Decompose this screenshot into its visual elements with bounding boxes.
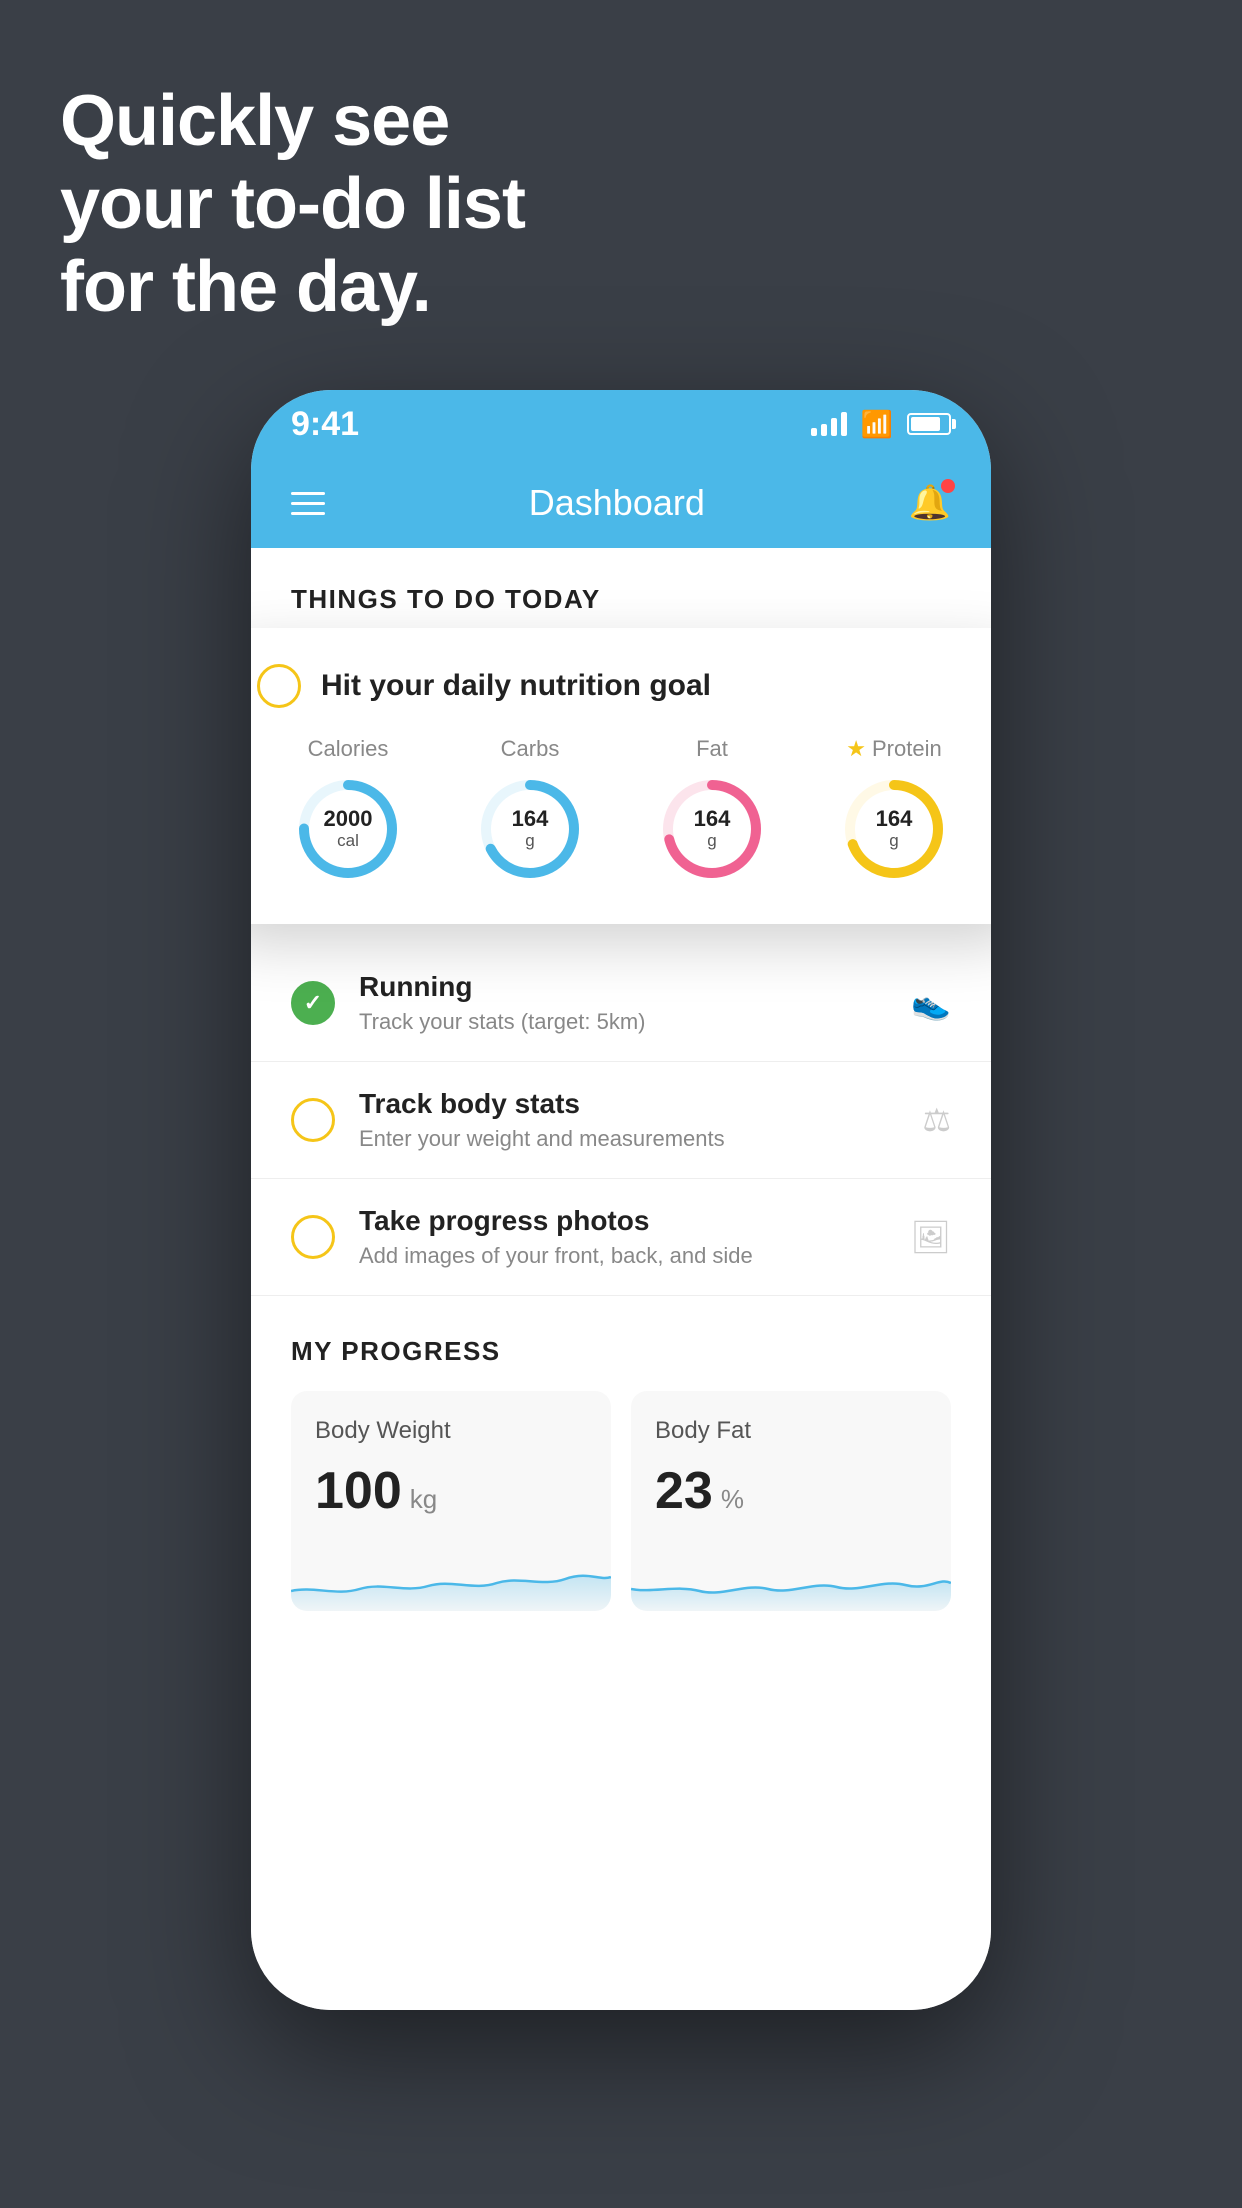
headline-line2: your to-do list bbox=[60, 164, 525, 244]
body-weight-value-row: 100 kg bbox=[315, 1461, 587, 1521]
body-fat-value-row: 23 % bbox=[655, 1461, 927, 1521]
calories-label: Calories bbox=[308, 736, 389, 762]
body-stats-subtitle: Enter your weight and measurements bbox=[359, 1126, 898, 1152]
list-item-running[interactable]: Running Track your stats (target: 5km) 👟 bbox=[251, 945, 991, 1062]
nutrition-card-title: Hit your daily nutrition goal bbox=[321, 669, 711, 703]
hamburger-menu[interactable] bbox=[291, 492, 325, 515]
nutrition-radio[interactable] bbox=[257, 664, 301, 708]
photos-icon: 🖼 bbox=[910, 1218, 951, 1256]
fat-unit: g bbox=[707, 831, 716, 850]
headline-line3: for the day. bbox=[60, 247, 431, 327]
calories-value: 2000 bbox=[324, 807, 373, 831]
running-subtitle: Track your stats (target: 5km) bbox=[359, 1009, 887, 1035]
carbs-value: 164 bbox=[512, 807, 549, 831]
phone-shell: 9:41 📶 Dashboard 🔔 bbox=[251, 390, 991, 2010]
status-bar: 9:41 📶 bbox=[251, 390, 991, 458]
photos-subtitle: Add images of your front, back, and side bbox=[359, 1243, 886, 1269]
signal-icon bbox=[811, 412, 847, 436]
nutrition-card: Hit your daily nutrition goal Calories bbox=[251, 628, 991, 924]
calories-value-group: 2000 cal bbox=[324, 807, 373, 851]
headline-line1: Quickly see bbox=[60, 81, 449, 161]
nutrition-carbs: Carbs 164 g bbox=[475, 736, 585, 884]
body-weight-unit: kg bbox=[410, 1484, 437, 1515]
notification-button[interactable]: 🔔 bbox=[909, 483, 951, 523]
nutrition-fat: Fat 164 g bbox=[657, 736, 767, 884]
running-title: Running bbox=[359, 971, 887, 1003]
wifi-icon: 📶 bbox=[861, 409, 893, 440]
body-fat-value: 23 bbox=[655, 1461, 713, 1521]
nav-bar: Dashboard 🔔 bbox=[251, 458, 991, 548]
carbs-unit: g bbox=[525, 831, 534, 850]
calories-donut: 2000 cal bbox=[293, 774, 403, 884]
running-text: Running Track your stats (target: 5km) bbox=[359, 971, 887, 1035]
carbs-value-group: 164 g bbox=[512, 807, 549, 851]
protein-label: Protein bbox=[872, 736, 942, 762]
nutrition-card-title-row: Hit your daily nutrition goal bbox=[257, 664, 985, 708]
carbs-donut: 164 g bbox=[475, 774, 585, 884]
status-time: 9:41 bbox=[291, 405, 359, 444]
phone-wrapper: 9:41 📶 Dashboard 🔔 bbox=[251, 390, 991, 2010]
protein-value-group: 164 g bbox=[876, 807, 913, 851]
battery-fill bbox=[911, 417, 940, 431]
body-fat-sparkline bbox=[631, 1541, 951, 1611]
protein-unit: g bbox=[889, 831, 898, 850]
list-item-body-stats[interactable]: Track body stats Enter your weight and m… bbox=[251, 1062, 991, 1179]
body-weight-card[interactable]: Body Weight 100 kg bbox=[291, 1391, 611, 1611]
protein-donut: 164 g bbox=[839, 774, 949, 884]
progress-header: MY PROGRESS bbox=[291, 1336, 951, 1367]
notification-dot bbox=[941, 479, 955, 493]
fat-value-group: 164 g bbox=[694, 807, 731, 851]
body-fat-title: Body Fat bbox=[655, 1417, 927, 1445]
body-stats-radio[interactable] bbox=[291, 1098, 335, 1142]
body-weight-title: Body Weight bbox=[315, 1417, 587, 1445]
progress-cards: Body Weight 100 kg bbox=[291, 1391, 951, 1611]
battery-icon bbox=[907, 413, 951, 435]
nutrition-protein: ★ Protein 164 g bbox=[839, 736, 949, 884]
body-weight-value: 100 bbox=[315, 1461, 402, 1521]
fat-label: Fat bbox=[696, 736, 728, 762]
running-icon: 👟 bbox=[911, 984, 951, 1022]
progress-section: MY PROGRESS Body Weight 100 kg bbox=[251, 1336, 991, 1611]
phone-content: THINGS TO DO TODAY Hit your daily nutrit… bbox=[251, 548, 991, 2010]
body-weight-sparkline bbox=[291, 1541, 611, 1611]
fat-value: 164 bbox=[694, 807, 731, 831]
status-icons: 📶 bbox=[811, 409, 951, 440]
body-fat-unit: % bbox=[721, 1484, 744, 1515]
protein-label-row: ★ Protein bbox=[846, 736, 941, 762]
body-stats-title: Track body stats bbox=[359, 1088, 898, 1120]
protein-value: 164 bbox=[876, 807, 913, 831]
body-fat-card[interactable]: Body Fat 23 % bbox=[631, 1391, 951, 1611]
photos-title: Take progress photos bbox=[359, 1205, 886, 1237]
body-stats-icon: ⚖ bbox=[922, 1101, 951, 1139]
nutrition-circles: Calories 2000 cal bbox=[257, 736, 985, 884]
body-stats-text: Track body stats Enter your weight and m… bbox=[359, 1088, 898, 1152]
todo-list: Running Track your stats (target: 5km) 👟… bbox=[251, 945, 991, 1296]
list-item-photos[interactable]: Take progress photos Add images of your … bbox=[251, 1179, 991, 1296]
things-today-header: THINGS TO DO TODAY bbox=[251, 548, 991, 635]
star-icon: ★ bbox=[846, 736, 866, 762]
calories-unit: cal bbox=[337, 831, 359, 850]
fat-donut: 164 g bbox=[657, 774, 767, 884]
nutrition-calories: Calories 2000 cal bbox=[293, 736, 403, 884]
headline: Quickly see your to-do list for the day. bbox=[60, 80, 525, 328]
photos-radio[interactable] bbox=[291, 1215, 335, 1259]
photos-text: Take progress photos Add images of your … bbox=[359, 1205, 886, 1269]
nav-title: Dashboard bbox=[529, 482, 705, 524]
carbs-label: Carbs bbox=[501, 736, 560, 762]
running-radio[interactable] bbox=[291, 981, 335, 1025]
